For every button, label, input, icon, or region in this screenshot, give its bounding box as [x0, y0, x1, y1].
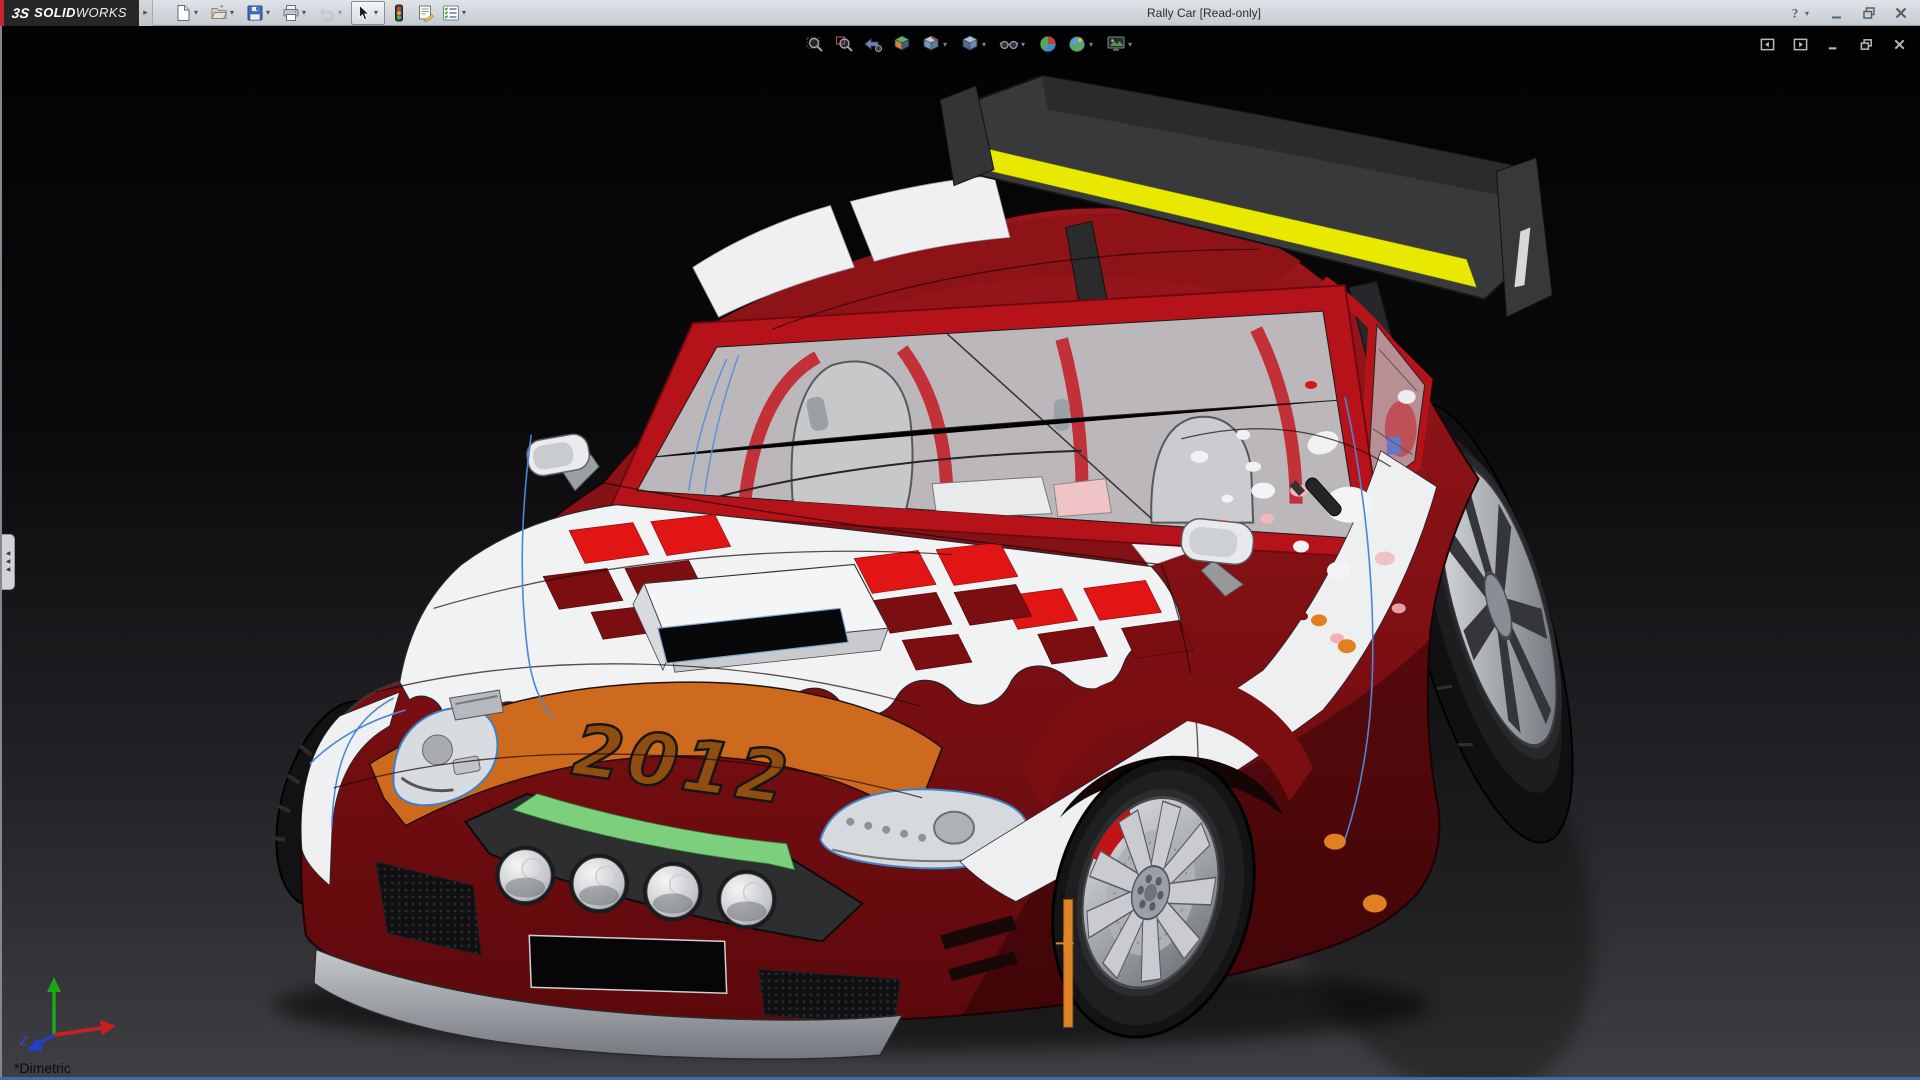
- select-icon: [354, 4, 372, 22]
- hide-show-items-icon: [999, 34, 1019, 54]
- restore-window-icon: [1861, 5, 1877, 21]
- rebuild-button[interactable]: [387, 1, 411, 25]
- close-document-button[interactable]: [1889, 34, 1910, 55]
- feature-manager-collapsed-tab[interactable]: ◀ ◀ ◀: [2, 534, 15, 590]
- close-document-icon: [1892, 37, 1907, 52]
- view-orientation-button[interactable]: ▾: [918, 31, 954, 57]
- collapse-arrow-icon: ◀: [6, 551, 11, 557]
- zoom-to-fit-icon: [805, 34, 825, 54]
- new-document-icon: [174, 4, 192, 22]
- zoom-to-area-button[interactable]: [831, 31, 857, 57]
- options-icon: [442, 4, 460, 22]
- menu-expand-arrow-icon[interactable]: ▸: [139, 0, 153, 26]
- dropdown-arrow-icon[interactable]: ▾: [230, 8, 238, 17]
- pane-right-button[interactable]: [1790, 34, 1811, 55]
- document-title: Rally Car [Read-only]: [1147, 0, 1261, 26]
- dropdown-arrow-icon[interactable]: ▾: [462, 8, 470, 17]
- solidworks-window: 3S SOLIDWORKS ▸ ▾ ▾ ▾ ▾ ▾ ▾ ▾ Rally Car [Read-…: [0, 0, 1920, 1080]
- view-settings-icon: [1106, 34, 1126, 54]
- minimize-window-button[interactable]: [1826, 2, 1848, 24]
- dropdown-arrow-icon[interactable]: ▾: [1021, 40, 1029, 49]
- window-controls: ?▾: [1784, 0, 1912, 26]
- pane-left-button[interactable]: [1757, 34, 1778, 55]
- x-axis-arrow: [100, 1020, 116, 1035]
- graphics-viewport[interactable]: ▾ ▾ ▾ ▾ ▾ ◀ ◀ ◀: [0, 26, 1920, 1077]
- dropdown-arrow-icon[interactable]: ▾: [302, 8, 310, 17]
- view-settings-button[interactable]: ▾: [1103, 31, 1139, 57]
- undo-button[interactable]: ▾: [315, 1, 349, 25]
- zoom-to-area-icon: [834, 34, 854, 54]
- print-icon: [282, 4, 300, 22]
- help-icon: ?: [1787, 5, 1803, 21]
- solidworks-logo: 3S SOLIDWORKS: [0, 0, 139, 26]
- new-document-button[interactable]: ▾: [171, 1, 205, 25]
- open-document-button[interactable]: ▾: [207, 1, 241, 25]
- left-mirror[interactable]: [525, 432, 599, 491]
- view-orientation-icon: [921, 34, 941, 54]
- dropdown-arrow-icon[interactable]: ▾: [266, 8, 274, 17]
- section-view-button[interactable]: [889, 31, 915, 57]
- file-properties-icon: [416, 4, 434, 22]
- title-bar: 3S SOLIDWORKS ▸ ▾ ▾ ▾ ▾ ▾ ▾ ▾ Rally Car [Read-…: [0, 0, 1920, 26]
- y-axis-arrow: [47, 977, 61, 992]
- dropdown-arrow-icon[interactable]: ▾: [374, 8, 382, 17]
- restore-window-button[interactable]: [1858, 2, 1880, 24]
- license-plate: [529, 935, 726, 993]
- save-button[interactable]: ▾: [243, 1, 277, 25]
- dropdown-arrow-icon[interactable]: ▾: [1805, 9, 1813, 18]
- apply-scene-icon: [1067, 34, 1087, 54]
- view-orientation-label: *Dimetric: [14, 1060, 71, 1076]
- logo-name: SOLIDWORKS: [34, 5, 127, 20]
- main-toolbar: ▾ ▾ ▾ ▾ ▾ ▾ ▾: [171, 1, 473, 25]
- edit-appearance-icon: [1038, 34, 1058, 54]
- mudflap-strip: [1064, 900, 1073, 1028]
- dropdown-arrow-icon[interactable]: ▾: [943, 40, 951, 49]
- collapse-arrow-icon: ◀: [6, 567, 11, 573]
- restore-document-button[interactable]: [1856, 34, 1877, 55]
- save-icon: [246, 4, 264, 22]
- print-button[interactable]: ▾: [279, 1, 313, 25]
- pane-right-icon: [1793, 37, 1808, 52]
- minimize-document-button[interactable]: [1823, 34, 1844, 55]
- close-window-button[interactable]: [1890, 2, 1912, 24]
- display-style-button[interactable]: ▾: [957, 31, 993, 57]
- help-button[interactable]: ?▾: [1784, 2, 1816, 24]
- apply-scene-button[interactable]: ▾: [1064, 31, 1100, 57]
- headsup-view-toolbar: ▾ ▾ ▾ ▾ ▾: [802, 31, 1139, 57]
- minimize-window-icon: [1829, 5, 1845, 21]
- rally-car-model[interactable]: 2012: [2, 26, 1920, 1077]
- pane-left-icon: [1760, 37, 1775, 52]
- dropdown-arrow-icon[interactable]: ▾: [1128, 40, 1136, 49]
- dropdown-arrow-icon[interactable]: ▾: [982, 40, 990, 49]
- restore-document-icon: [1859, 37, 1874, 52]
- z-axis-label: Z: [19, 1034, 28, 1048]
- collapse-arrow-icon: ◀: [6, 559, 11, 565]
- close-window-icon: [1893, 5, 1909, 21]
- hide-show-items-button[interactable]: ▾: [996, 31, 1032, 57]
- open-document-icon: [210, 4, 228, 22]
- zoom-to-fit-button[interactable]: [802, 31, 828, 57]
- orientation-triad[interactable]: Z: [16, 973, 126, 1063]
- display-style-icon: [960, 34, 980, 54]
- rebuild-icon: [390, 4, 408, 22]
- svg-text:?: ?: [1792, 6, 1799, 21]
- dropdown-arrow-icon[interactable]: ▾: [338, 8, 346, 17]
- select-button[interactable]: ▾: [351, 1, 385, 25]
- section-view-icon: [892, 34, 912, 54]
- file-properties-button[interactable]: [413, 1, 437, 25]
- logo-mark: 3S: [11, 5, 30, 21]
- minimize-document-icon: [1826, 37, 1841, 52]
- z-axis-arrow: [26, 1038, 43, 1051]
- dropdown-arrow-icon[interactable]: ▾: [1089, 40, 1097, 49]
- previous-view-button[interactable]: [860, 31, 886, 57]
- previous-view-icon: [863, 34, 883, 54]
- edit-appearance-button[interactable]: [1035, 31, 1061, 57]
- undo-icon: [318, 4, 336, 22]
- document-window-controls: [1757, 34, 1910, 55]
- dropdown-arrow-icon[interactable]: ▾: [194, 8, 202, 17]
- options-button[interactable]: ▾: [439, 1, 473, 25]
